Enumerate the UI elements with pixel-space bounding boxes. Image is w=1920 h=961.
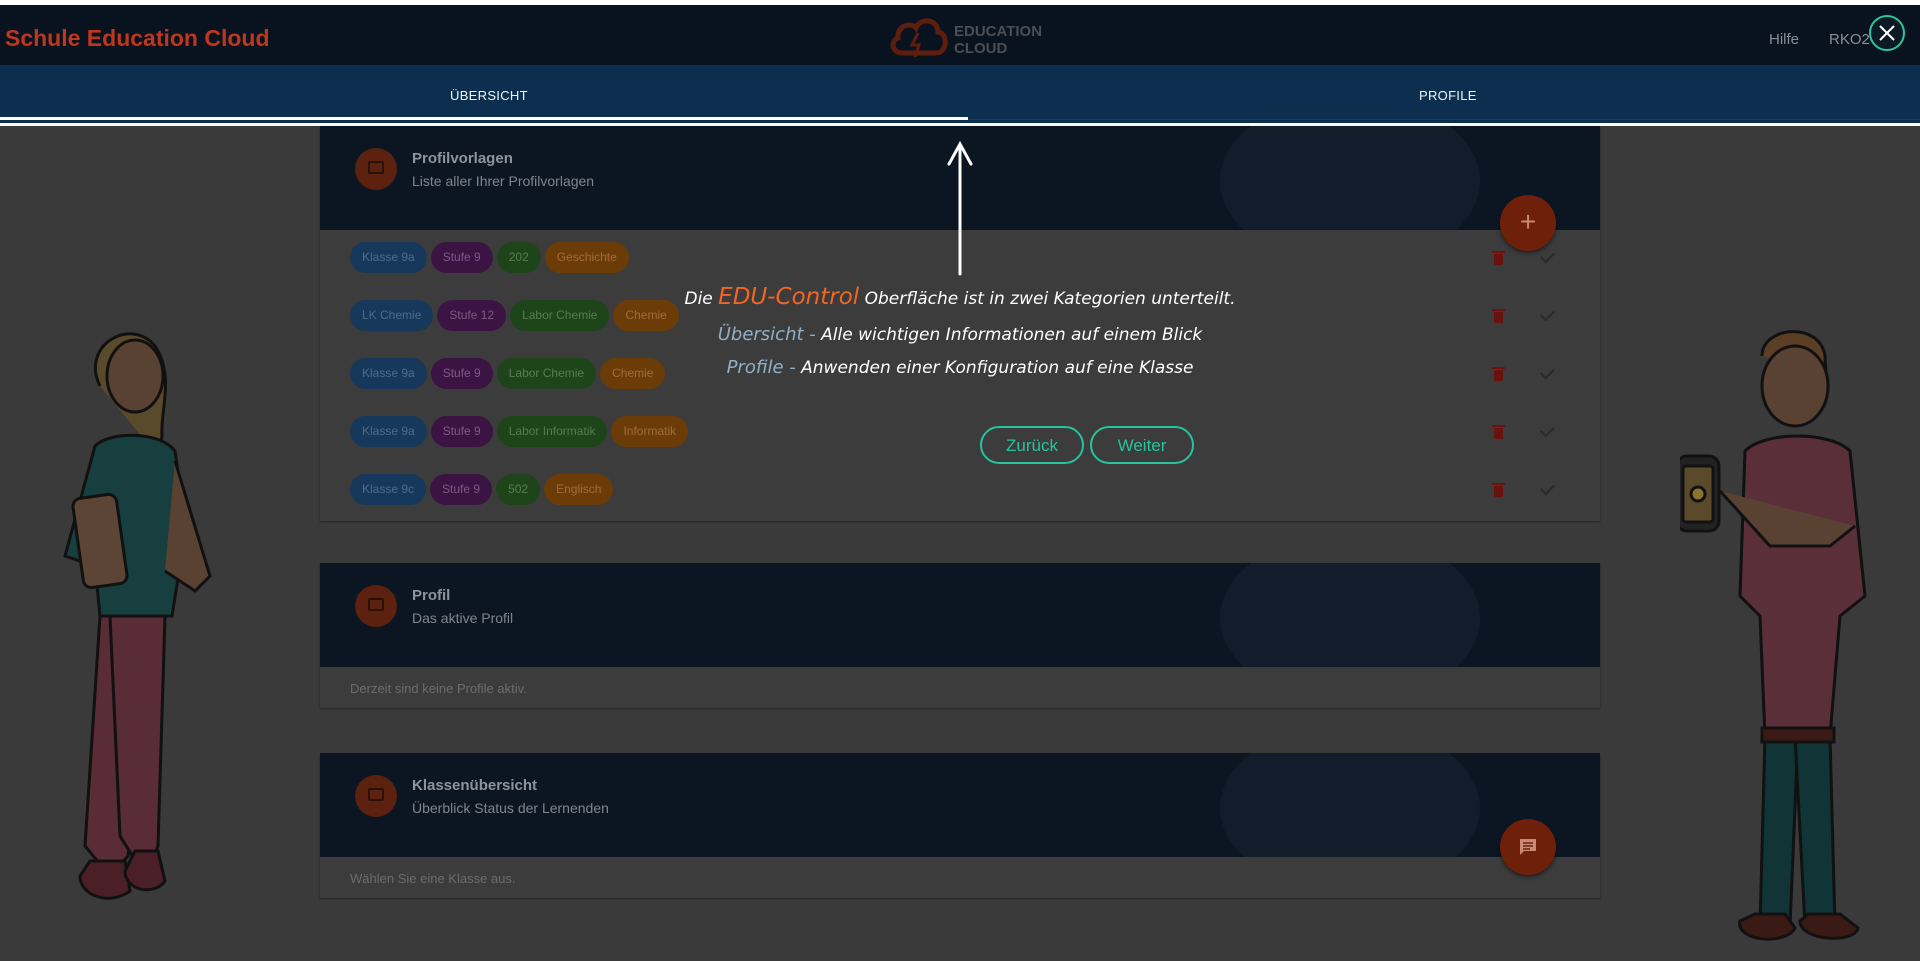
user-menu[interactable]: RKO2 — [1829, 31, 1870, 48]
tour-profiles-key: Profile - — [726, 357, 796, 378]
header-cloud-decoration — [1220, 753, 1480, 857]
classes-icon — [355, 775, 397, 817]
add-template-button[interactable]: + — [1500, 195, 1556, 251]
classes-empty-text: Wählen Sie eine Klasse aus. — [350, 871, 516, 886]
app-header: Schule Education Cloud EDUCATION CLOUD H… — [0, 5, 1920, 65]
room-chip: 202 — [496, 242, 541, 273]
tour-overview-key: Übersicht - — [717, 324, 816, 345]
active-tab-indicator — [0, 117, 968, 120]
classes-subtitle: Überblick Status der Lernenden — [412, 800, 609, 816]
templates-icon — [355, 148, 397, 190]
row-actions — [1492, 248, 1555, 273]
subject-chip: Geschichte — [544, 242, 629, 273]
tour-brand-word: EDU-Control — [718, 284, 860, 310]
subject-chip: Informatik — [611, 416, 689, 447]
class-chip: Klasse 9a — [350, 242, 427, 273]
brand-title[interactable]: Schule Education Cloud — [5, 25, 270, 52]
chat-icon — [1520, 839, 1536, 855]
templates-subtitle: Liste aller Ihrer Profilvorlagen — [412, 173, 595, 189]
template-row[interactable]: Klasse 9a Stufe 9 Labor Informatik Informat… — [350, 416, 692, 448]
classes-card: Klassenübersicht Überblick Status der Le… — [320, 753, 1600, 898]
row-actions — [1492, 480, 1555, 505]
chat-button[interactable] — [1500, 819, 1556, 875]
tab-overview[interactable]: ÜBERSICHT — [450, 88, 528, 103]
close-tour-button[interactable] — [1869, 15, 1905, 51]
delete-icon[interactable] — [1492, 251, 1505, 267]
grade-chip: Stufe 9 — [430, 242, 493, 273]
delete-icon[interactable] — [1492, 425, 1505, 441]
profile-title: Profil — [412, 587, 451, 604]
girl-with-tablet-illustration — [63, 332, 212, 900]
tab-profiles[interactable]: PROFILE — [1419, 88, 1477, 103]
profile-icon — [355, 585, 397, 627]
classes-card-header: Klassenübersicht Überblick Status der Le… — [320, 753, 1600, 857]
help-link[interactable]: Hilfe — [1769, 31, 1799, 48]
tour-intro-pre: Die — [684, 289, 713, 309]
tour-intro-post: Oberfläche ist in zwei Kategorien untert… — [864, 289, 1236, 309]
education-cloud-logo: EDUCATION CLOUD — [888, 13, 1042, 63]
tour-next-button[interactable]: Weiter — [1090, 426, 1194, 464]
tab-indicator-track — [968, 119, 1920, 120]
tour-back-button[interactable]: Zurück — [980, 426, 1084, 464]
templates-title: Profilvorlagen — [412, 150, 513, 167]
logo-wordmark: EDUCATION CLOUD — [954, 23, 1042, 57]
room-chip: 502 — [496, 474, 541, 505]
tour-profiles-text: Anwenden einer Konfiguration auf eine Kl… — [801, 358, 1194, 378]
room-chip: Labor Informatik — [496, 416, 608, 447]
class-chip: Klasse 9c — [350, 474, 427, 505]
logo-word-1: EDUCATION — [954, 23, 1043, 40]
header-cloud-decoration — [1220, 126, 1480, 230]
tour-profiles-line: Profile - Anwenden einer Konfiguration a… — [0, 357, 1920, 378]
template-row[interactable]: Klasse 9c Stufe 9 502 Englisch — [350, 474, 617, 506]
cloud-logo-icon — [890, 18, 948, 58]
delete-icon[interactable] — [1492, 483, 1505, 499]
tour-overview-line: Übersicht - Alle wichtigen Informationen… — [0, 324, 1920, 345]
subject-chip: Englisch — [544, 474, 614, 505]
logo-word-2: CLOUD — [954, 40, 1008, 57]
close-icon — [1879, 25, 1895, 41]
tour-arrow-icon — [947, 140, 973, 276]
classes-title: Klassenübersicht — [412, 777, 538, 794]
tab-bar: ÜBERSICHT PROFILE — [0, 65, 1920, 123]
profile-subtitle: Das aktive Profil — [412, 610, 514, 626]
profile-empty-text: Derzeit sind keine Profile aktiv. — [350, 681, 527, 696]
template-row[interactable]: Klasse 9a Stufe 9 202 Geschichte — [350, 242, 633, 274]
tour-intro-line: Die EDU-Control Oberfläche ist in zwei K… — [0, 284, 1920, 310]
grade-chip: Stufe 9 — [430, 474, 493, 505]
row-actions — [1492, 422, 1555, 447]
profile-card-header: Profil Das aktive Profil — [320, 563, 1600, 667]
man-with-phone-illustration — [1680, 330, 1867, 941]
profile-card: Profil Das aktive Profil Derzeit sind ke… — [320, 563, 1600, 708]
plus-icon: + — [1519, 206, 1537, 237]
delete-icon[interactable] — [1492, 309, 1505, 325]
tour-overview-text: Alle wichtigen Informationen auf einem B… — [821, 325, 1203, 345]
header-cloud-decoration — [1220, 563, 1480, 667]
class-chip: Klasse 9a — [350, 416, 427, 447]
grade-chip: Stufe 9 — [430, 416, 493, 447]
